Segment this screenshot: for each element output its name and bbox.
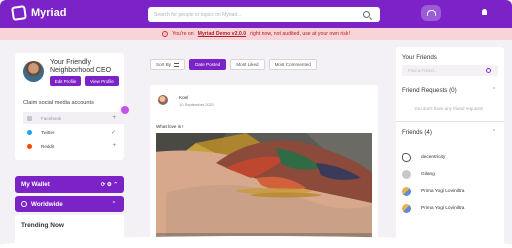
no-requests-text: You don't have any friend requests: [414, 106, 483, 111]
post-image[interactable]: [156, 133, 372, 248]
wallet-tools[interactable]: ⟳ ⚙ ⌃: [101, 182, 118, 188]
avatar: [402, 169, 411, 179]
demo-warning-banner: ! You're on Myriad Demo v2.0.0 right now…: [0, 28, 512, 40]
sort-by-label: Sort By: [156, 62, 172, 67]
sort-by-button[interactable]: Sort By: [150, 59, 186, 70]
reddit-icon: [27, 143, 32, 149]
notification-bell-icon[interactable]: [482, 9, 487, 15]
friend-requests-title: Friend Requests (0): [402, 87, 457, 94]
edit-profile-button[interactable]: Edit Profile: [50, 76, 81, 86]
friends-panel: Your Friends Find a Friend... Friend Req…: [396, 47, 504, 248]
chevron-up-icon[interactable]: ⌃: [492, 129, 496, 135]
worldwide-label: Worldwide: [31, 200, 63, 208]
add-reddit-button[interactable]: +: [112, 143, 116, 149]
avatar[interactable]: [158, 95, 168, 105]
globe-icon: [21, 201, 27, 207]
app-logo[interactable]: Myriad: [11, 5, 67, 21]
banner-demo-link[interactable]: Myriad Demo v2.0.0: [198, 31, 246, 37]
twitter-verified-check: ✓: [110, 129, 116, 136]
sort-most-commented[interactable]: Most Commented: [268, 59, 317, 70]
friend-item[interactable]: Gilang: [402, 167, 500, 181]
facebook-icon: [27, 115, 32, 121]
sort-icon: [174, 62, 180, 67]
worldwide-header[interactable]: Worldwide ⌃: [15, 196, 124, 212]
app-name: Myriad: [31, 7, 67, 19]
trending-card: [15, 215, 124, 248]
app-window: Myriad Search for people or topics on My…: [0, 0, 512, 248]
view-profile-button[interactable]: View Profile: [85, 76, 119, 86]
users-icon: [426, 10, 436, 16]
avatar[interactable]: [23, 61, 44, 82]
warning-icon: !: [162, 31, 169, 37]
search-input[interactable]: Search for people or topics on Myriad...: [154, 12, 363, 18]
avatar: [402, 203, 411, 213]
drag-handle[interactable]: [121, 106, 129, 114]
claim-facebook-row[interactable]: Facebook +: [23, 112, 124, 124]
your-friends-title: Your Friends: [402, 54, 437, 61]
sort-bar: Sort By Date Posted Most Liked Most Comm…: [150, 59, 317, 70]
post-author[interactable]: Koel: [179, 95, 188, 100]
friend-name: Prima Yogi Loviniltra: [421, 188, 465, 194]
friend-name: Gilang: [421, 171, 435, 177]
avatar: [402, 186, 411, 196]
banner-suffix: right now, not audited, use at your own …: [250, 31, 350, 37]
find-friend-placeholder: Find a Friend...: [408, 68, 438, 73]
top-navbar: Myriad Search for people or topics on My…: [0, 0, 512, 28]
social-label: Twitter: [41, 129, 55, 135]
post-photo-illustration: [156, 133, 372, 248]
search-icon[interactable]: [363, 11, 370, 18]
find-friend-input[interactable]: Find a Friend...: [402, 65, 498, 76]
wallet-label: My Wallet: [21, 181, 50, 188]
add-facebook-button[interactable]: +: [112, 115, 116, 121]
chevron-up-icon[interactable]: ⌃: [492, 87, 496, 93]
social-label: Facebook: [41, 115, 62, 121]
sort-most-liked[interactable]: Most Liked: [230, 59, 265, 70]
claim-twitter-row[interactable]: Twitter ✓: [23, 126, 124, 138]
friends-count-title: Friends (4): [402, 129, 432, 136]
claim-accounts-title: Claim social media accounts: [23, 100, 94, 106]
claim-reddit-row[interactable]: Reddit +: [23, 140, 124, 152]
friend-item[interactable]: Prima Yogi Loviniltra: [402, 201, 500, 215]
post-date: 10 September 2021: [179, 102, 215, 107]
profile-card: Your Friendly Neighborhood CEO Edit Prof…: [15, 53, 124, 160]
search-icon[interactable]: [486, 68, 491, 73]
profile-name: Your Friendly Neighborhood CEO: [50, 59, 112, 74]
friend-item[interactable]: decentricity: [402, 150, 500, 164]
friends-menu-button[interactable]: [421, 5, 441, 21]
friend-name: decentricity: [421, 154, 446, 160]
avatar: [402, 152, 411, 162]
trending-title: Trending Now: [21, 222, 64, 229]
social-label: Reddit: [41, 143, 55, 149]
post-card: Koel 10 September 2021 What love is !: [150, 85, 378, 248]
search-bar[interactable]: Search for people or topics on Myriad...: [148, 7, 380, 22]
chevron-up-icon[interactable]: ⌃: [112, 201, 116, 207]
my-wallet-header[interactable]: My Wallet ⟳ ⚙ ⌃: [15, 176, 124, 193]
twitter-icon: [27, 129, 32, 135]
divider: [396, 121, 504, 122]
post-text: What love is !: [156, 124, 184, 129]
friend-item[interactable]: Prima Yogi Loviniltra: [402, 184, 500, 198]
friend-name: Prima Yogi Loviniltra: [421, 205, 465, 211]
sort-date-posted[interactable]: Date Posted: [189, 59, 227, 70]
banner-prefix: You're on: [172, 31, 194, 37]
myriad-logo-icon: [11, 5, 27, 21]
